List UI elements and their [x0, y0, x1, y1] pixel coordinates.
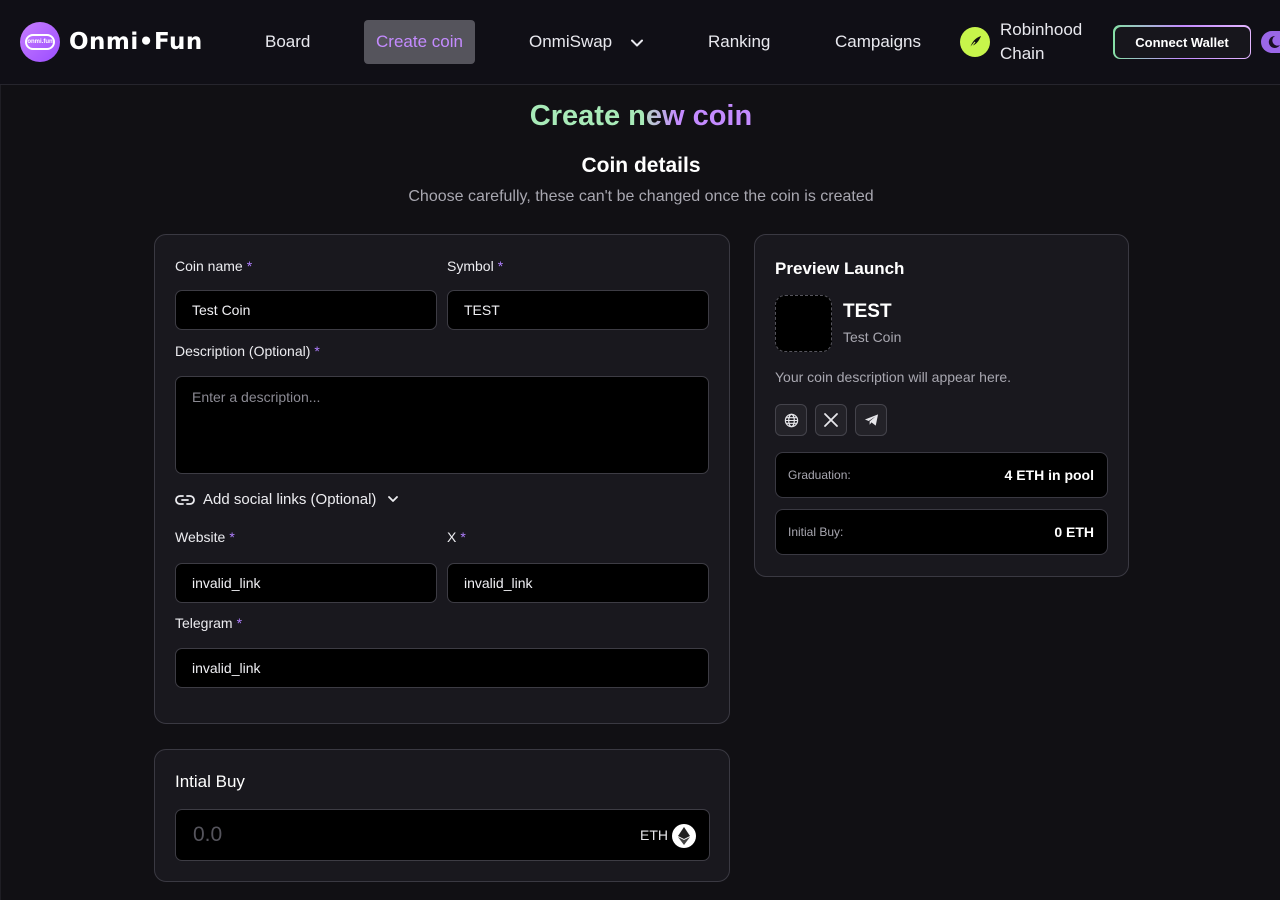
- add-social-links-toggle[interactable]: Add social links (Optional): [175, 491, 406, 508]
- initial-buy-title: Intial Buy: [175, 772, 245, 791]
- logo-badge-icon: onmi.fun: [20, 22, 60, 62]
- ethereum-icon: [672, 824, 696, 848]
- coin-name-label-text: Coin name: [175, 258, 243, 274]
- required-mark: *: [229, 529, 235, 545]
- nav-onmiswap[interactable]: OnmiSwap: [529, 20, 643, 64]
- moon-icon[interactable]: [1261, 31, 1280, 53]
- coin-image-placeholder: [775, 295, 832, 352]
- website-input[interactable]: invalid_link: [175, 563, 437, 603]
- initial-buy-row: Initial Buy: 0 ETH: [775, 509, 1108, 555]
- main-content: Create new coin Coin details Choose care…: [0, 85, 1280, 900]
- link-icon: [175, 494, 195, 505]
- graduation-row: Graduation: 4 ETH in pool: [775, 452, 1108, 498]
- telegram-input[interactable]: invalid_link: [175, 648, 709, 688]
- symbol-label-text: Symbol: [447, 258, 494, 274]
- initial-buy-card: Intial Buy 0.0 ETH: [154, 749, 730, 882]
- initial-buy-value: 0 ETH: [1054, 524, 1094, 540]
- connect-wallet-label: Connect Wallet: [1114, 26, 1250, 58]
- coin-name-input[interactable]: Test Coin: [175, 290, 437, 330]
- eth-unit-label: ETH: [640, 827, 668, 843]
- description-label-text: Description (Optional): [175, 343, 311, 359]
- chain-selector[interactable]: Robinhood Chain: [960, 18, 1100, 66]
- initial-buy-input[interactable]: 0.0 ETH: [175, 809, 710, 861]
- globe-icon[interactable]: [775, 404, 807, 436]
- initial-buy-label: Initial Buy:: [788, 525, 844, 539]
- robinhood-feather-icon: [960, 27, 990, 57]
- chain-label: Robinhood Chain: [1000, 20, 1083, 63]
- logo-badge-text: onmi.fun: [25, 34, 55, 50]
- website-label-text: Website: [175, 529, 226, 545]
- required-mark: *: [314, 343, 320, 359]
- telegram-label-text: Telegram: [175, 615, 233, 631]
- required-mark: *: [236, 615, 243, 631]
- initial-buy-placeholder: 0.0: [193, 823, 223, 846]
- description-placeholder: Enter a description...: [192, 389, 321, 405]
- coin-name-label: Coin name *: [175, 258, 252, 274]
- connect-wallet-button[interactable]: Connect Wallet: [1113, 25, 1251, 59]
- description-textarea[interactable]: Enter a description...: [175, 376, 709, 474]
- graduation-value: 4 ETH in pool: [1004, 467, 1094, 483]
- preview-launch-card: Preview Launch TEST Test Coin Your coin …: [754, 234, 1129, 577]
- telegram-label: Telegram *: [175, 615, 242, 631]
- symbol-label: Symbol *: [447, 258, 503, 274]
- required-mark: *: [460, 529, 466, 545]
- logo[interactable]: onmi.fun Onmi•Fun: [20, 22, 203, 62]
- nav-ranking[interactable]: Ranking: [708, 20, 770, 64]
- coin-details-card: Coin name * Test Coin Symbol * TEST Descri…: [154, 234, 730, 724]
- chevron-down-icon: [388, 496, 399, 502]
- chevron-down-icon: [630, 39, 643, 47]
- x-label-text: X: [447, 529, 457, 545]
- nav-campaigns[interactable]: Campaigns: [835, 20, 921, 64]
- preview-title: Preview Launch: [775, 259, 905, 278]
- preview-coin-name: Test Coin: [843, 329, 902, 345]
- social-toggle-label: Add social links (Optional): [203, 491, 377, 508]
- page-title-part2: ew coin: [645, 100, 753, 132]
- required-mark: *: [246, 258, 253, 274]
- required-mark: *: [497, 258, 504, 274]
- description-label: Description (Optional) *: [175, 343, 320, 359]
- logo-text: Onmi•Fun: [69, 29, 203, 55]
- page-title-part1: Create n: [529, 100, 646, 132]
- nav-onmiswap-label: OnmiSwap: [529, 32, 613, 51]
- page-title: Create new coin: [1, 100, 1280, 133]
- telegram-icon[interactable]: [855, 404, 887, 436]
- website-label: Website *: [175, 529, 235, 545]
- x-input[interactable]: invalid_link: [447, 563, 709, 603]
- preview-symbol: TEST: [843, 301, 892, 322]
- graduation-label: Graduation:: [788, 468, 851, 482]
- section-subtitle: Choose carefully, these can't be changed…: [408, 188, 874, 205]
- top-navbar: onmi.fun Onmi•Fun Board Create coin Onmi…: [0, 0, 1280, 85]
- nav-board[interactable]: Board: [265, 20, 310, 64]
- preview-description: Your coin description will appear here.: [775, 369, 1012, 385]
- x-twitter-icon[interactable]: [815, 404, 847, 436]
- x-label: X *: [447, 529, 466, 545]
- nav-create-coin[interactable]: Create coin: [364, 20, 475, 64]
- section-title: Coin details: [581, 154, 701, 177]
- symbol-input[interactable]: TEST: [447, 290, 709, 330]
